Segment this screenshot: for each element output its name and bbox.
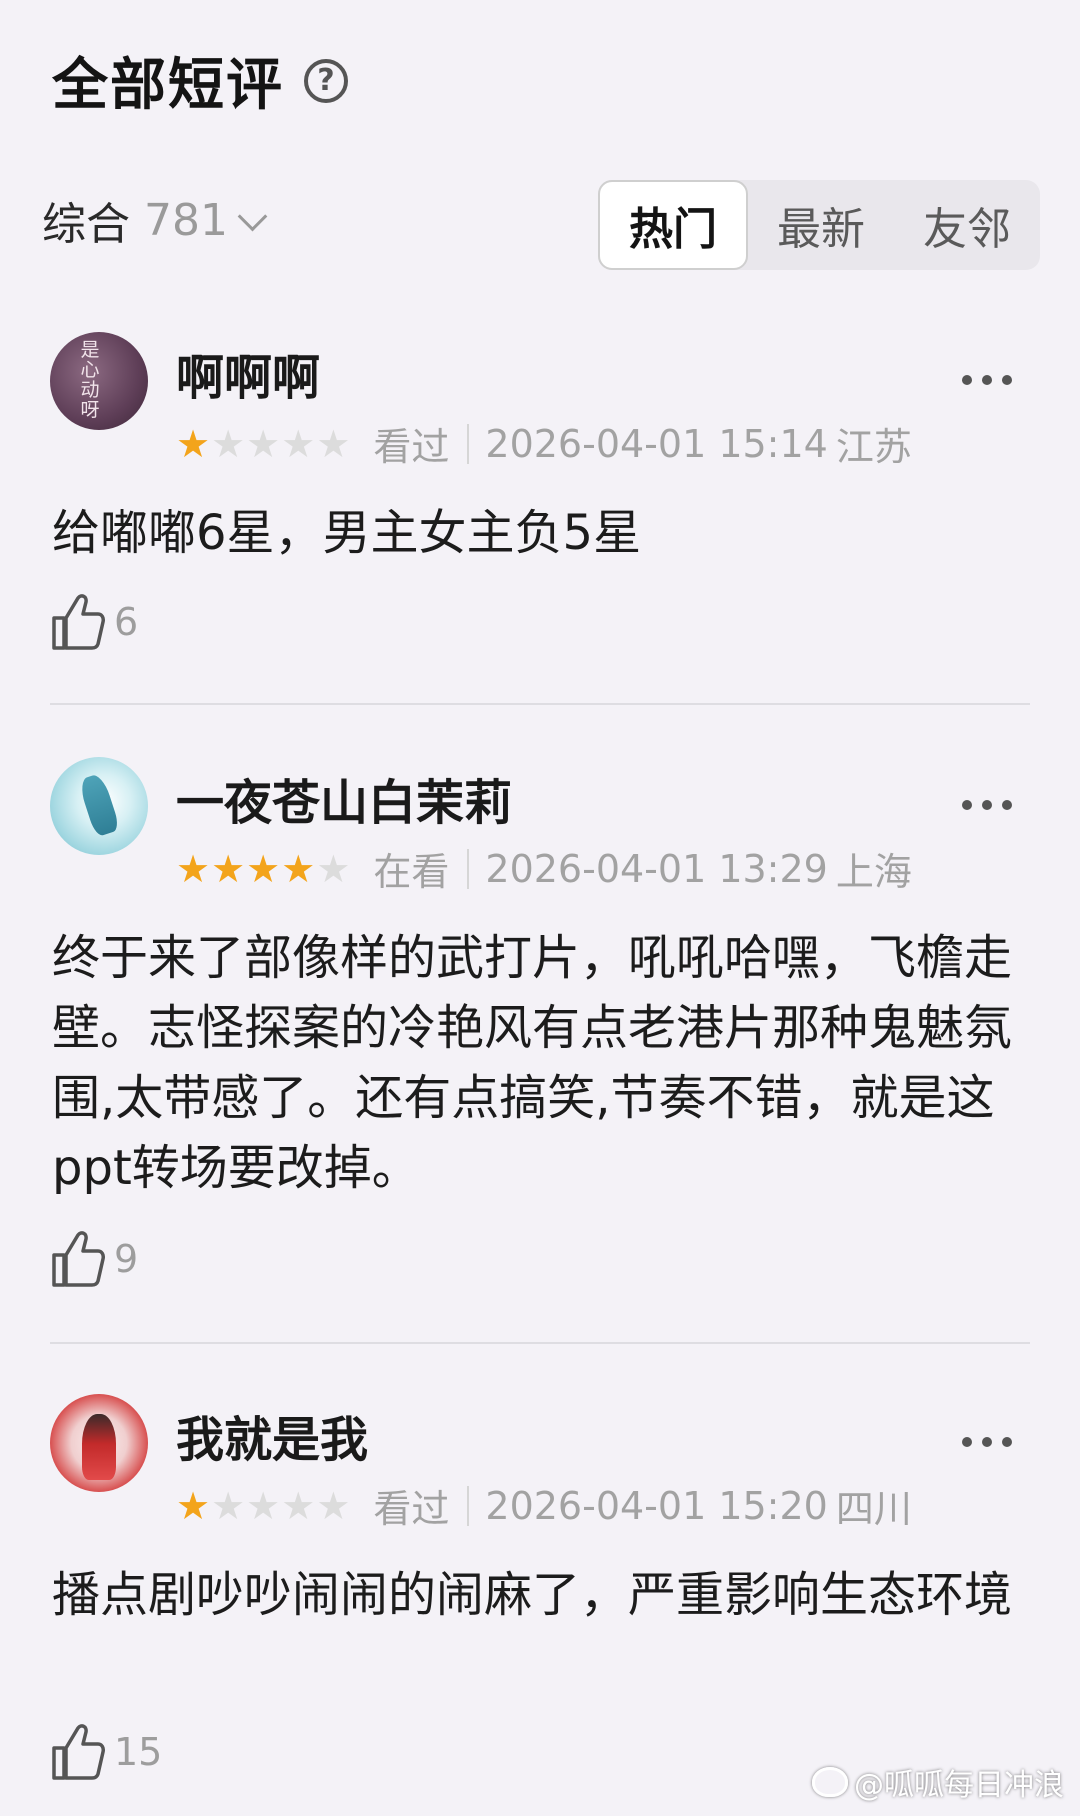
watch-status: 看过 — [373, 425, 450, 469]
page-title: 全部短评 — [52, 53, 284, 118]
tab-hot[interactable]: 热门 — [598, 180, 748, 270]
review-location: 上海 — [835, 850, 912, 894]
star-filled-icon: ★ — [176, 1483, 211, 1528]
star-filled-icon: ★ — [281, 846, 316, 891]
chevron-down-icon — [237, 201, 268, 231]
star-filled-icon: ★ — [246, 846, 281, 891]
username[interactable]: 一夜苍山白茉莉 — [176, 763, 512, 833]
star-empty-icon: ★ — [211, 421, 246, 466]
sort-tabs: 热门 最新 友邻 — [598, 180, 1040, 270]
like-count: 9 — [114, 1237, 139, 1281]
review-location: 四川 — [835, 1487, 912, 1531]
watch-status: 在看 — [373, 850, 450, 894]
divider — [50, 1342, 1030, 1344]
like-count: 15 — [114, 1730, 163, 1774]
star-rating: ★ ★ ★ ★ ★ — [176, 1487, 351, 1525]
star-empty-icon: ★ — [316, 421, 351, 466]
star-empty-icon: ★ — [246, 1483, 281, 1528]
like-count: 6 — [114, 600, 139, 644]
star-empty-icon: ★ — [211, 1483, 246, 1528]
watermark: @呱呱每日冲浪 — [812, 1760, 1064, 1804]
avatar-figure — [77, 772, 121, 838]
review-meta: ★ ★ ★ ★ ★ 看过 2026-04-01 15:14 江苏 — [176, 416, 912, 471]
more-icon[interactable] — [962, 374, 1012, 386]
avatar[interactable] — [50, 1394, 148, 1492]
header: 全部短评 ? — [52, 40, 348, 121]
sort-dropdown[interactable]: 综合 781 — [42, 188, 268, 252]
watch-status: 看过 — [373, 1487, 450, 1531]
more-icon[interactable] — [962, 799, 1012, 811]
avatar-figure — [82, 1414, 116, 1480]
like-button[interactable]: 15 — [50, 1722, 162, 1782]
more-icon[interactable] — [962, 1436, 1012, 1448]
watermark-text: @呱呱每日冲浪 — [854, 1768, 1064, 1803]
review-content: 终于来了部像样的武打片，吼吼哈嘿，飞檐走壁。志怪探案的冷艳风有点老港片那种鬼魅氛… — [52, 930, 1013, 1196]
thumbs-up-icon — [50, 1229, 106, 1289]
star-empty-icon: ★ — [316, 846, 351, 891]
tab-latest[interactable]: 最新 — [748, 180, 894, 270]
sort-label: 综合 — [42, 199, 130, 250]
username[interactable]: 啊啊啊 — [176, 338, 320, 408]
star-filled-icon: ★ — [211, 846, 246, 891]
star-filled-icon: ★ — [176, 421, 211, 466]
review-content: 播点剧吵吵闹闹的闹麻了，严重影响生态环境 — [52, 1567, 1013, 1623]
thumbs-up-icon — [50, 592, 106, 652]
review-count: 781 — [144, 194, 228, 246]
review-datetime: 2026-04-01 15:14 — [485, 421, 828, 466]
weibo-icon — [812, 1767, 848, 1797]
review-datetime: 2026-04-01 13:29 — [485, 846, 828, 891]
thumbs-up-icon — [50, 1722, 106, 1782]
star-rating: ★ ★ ★ ★ ★ — [176, 850, 351, 888]
divider — [467, 1485, 470, 1526]
star-empty-icon: ★ — [281, 1483, 316, 1528]
review-meta: ★ ★ ★ ★ ★ 看过 2026-04-01 15:20 四川 — [176, 1478, 912, 1533]
divider — [467, 423, 470, 464]
like-button[interactable]: 6 — [50, 592, 138, 652]
tab-friends[interactable]: 友邻 — [894, 180, 1040, 270]
username[interactable]: 我就是我 — [176, 1400, 368, 1470]
star-filled-icon: ★ — [176, 846, 211, 891]
divider — [467, 848, 470, 889]
filter-row: 综合 781 热门 最新 友邻 — [42, 180, 1040, 270]
help-icon[interactable]: ? — [304, 58, 348, 103]
star-rating: ★ ★ ★ ★ ★ — [176, 425, 351, 463]
avatar[interactable] — [50, 757, 148, 855]
star-empty-icon: ★ — [246, 421, 281, 466]
star-empty-icon: ★ — [316, 1483, 351, 1528]
divider — [50, 703, 1030, 705]
star-empty-icon: ★ — [281, 421, 316, 466]
like-button[interactable]: 9 — [50, 1229, 138, 1289]
review-meta: ★ ★ ★ ★ ★ 在看 2026-04-01 13:29 上海 — [176, 841, 912, 896]
avatar-text: 是心动呀 — [80, 339, 100, 421]
avatar[interactable]: 是心动呀 — [50, 332, 148, 430]
review-datetime: 2026-04-01 15:20 — [485, 1483, 828, 1528]
review-location: 江苏 — [835, 425, 912, 469]
review-content: 给嘟嘟6星，男主女主负5星 — [52, 505, 642, 561]
